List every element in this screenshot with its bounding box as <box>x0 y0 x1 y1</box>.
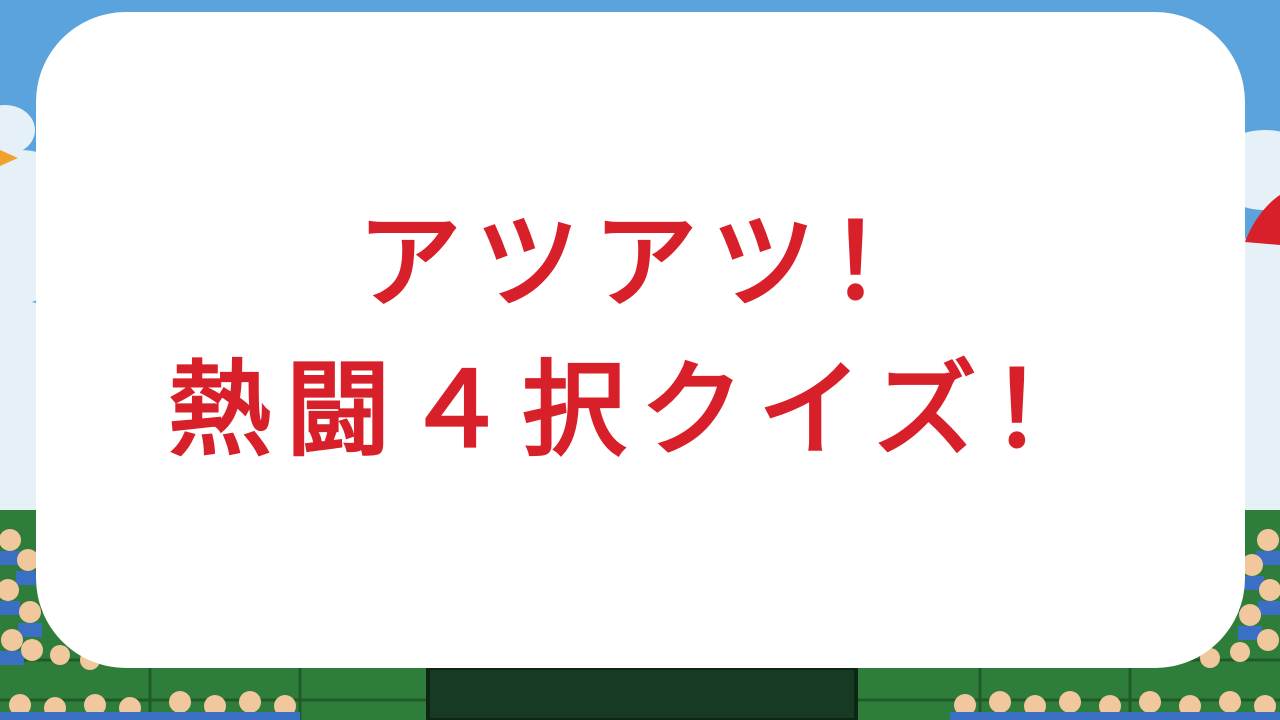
scoreboard-icon <box>426 666 858 720</box>
title-line-1: アツアツ！ <box>357 201 948 323</box>
title-card: アツアツ！ 熱闘４択クイズ！ <box>36 12 1245 668</box>
title-line-2: 熱闘４択クイズ！ <box>168 349 1109 471</box>
